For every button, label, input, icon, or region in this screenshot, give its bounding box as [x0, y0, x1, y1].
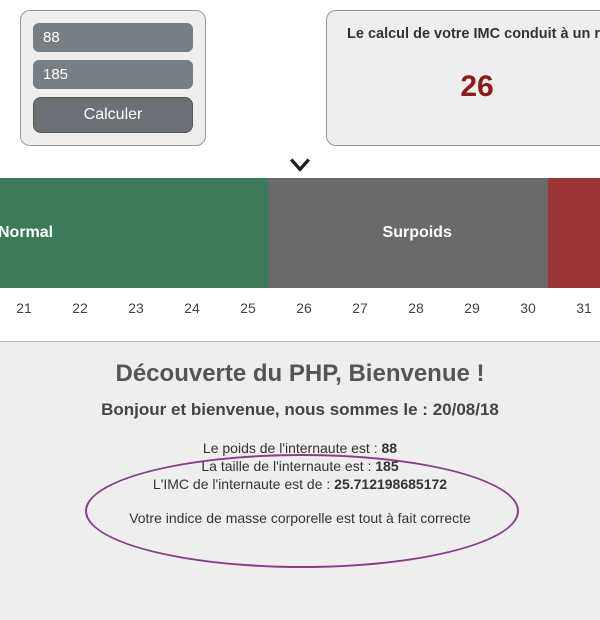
bmi-message: Votre indice de masse corporelle est tou…	[10, 510, 590, 526]
weight-line: Le poids de l'internaute est : 88	[10, 440, 590, 456]
input-panel: Calculer	[20, 10, 206, 146]
bmi-bands: Normal Surpoids	[0, 178, 600, 288]
result-panel: Le calcul de votre IMC conduit à un résu…	[326, 10, 600, 146]
scale-tick: 22	[52, 300, 108, 316]
band-obese	[548, 178, 600, 288]
scale-tick: 25	[220, 300, 276, 316]
page-title: Découverte du PHP, Bienvenue !	[10, 360, 590, 388]
calculate-button[interactable]: Calculer	[33, 97, 193, 133]
scale-tick: 30	[500, 300, 556, 316]
output-section: Découverte du PHP, Bienvenue ! Bonjour e…	[0, 342, 600, 620]
scale-tick: 27	[332, 300, 388, 316]
bmi-line: L'IMC de l'internaute est de : 25.712198…	[10, 476, 590, 492]
result-title: Le calcul de votre IMC conduit à un résu…	[347, 26, 600, 42]
scale-tick: 23	[108, 300, 164, 316]
band-overweight: Surpoids	[268, 178, 547, 288]
band-normal: Normal	[0, 178, 268, 288]
scale-tick: 21	[0, 300, 52, 316]
weight-input[interactable]	[33, 23, 193, 52]
height-input[interactable]	[33, 60, 193, 89]
greeting: Bonjour et bienvenue, nous sommes le : 2…	[10, 400, 590, 420]
scale-tick: 24	[164, 300, 220, 316]
scale-tick: 31	[556, 300, 600, 316]
scale-tick: 26	[276, 300, 332, 316]
scale-tick: 29	[444, 300, 500, 316]
result-value: 26	[347, 70, 600, 104]
chevron-down-icon	[0, 156, 600, 174]
height-line: La taille de l'internaute est : 185	[10, 458, 590, 474]
scale-tick: 28	[388, 300, 444, 316]
bmi-scale: 212223242526272829303132	[0, 288, 600, 316]
